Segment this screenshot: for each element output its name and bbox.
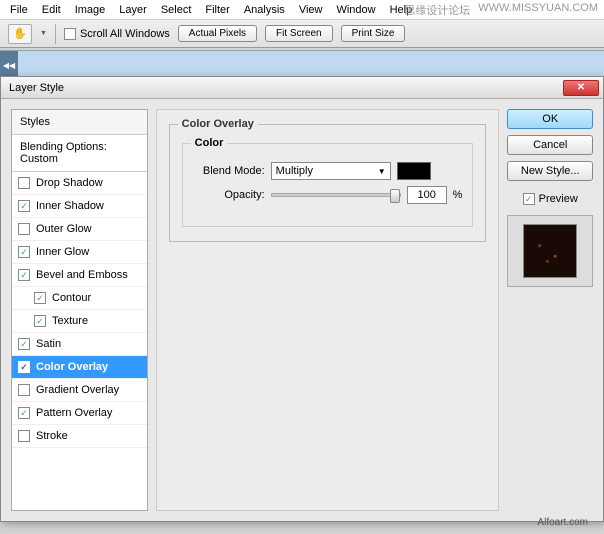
preview-swatch [523, 224, 577, 278]
dialog-titlebar[interactable]: Layer Style ✕ [1, 77, 603, 99]
styles-list: Styles Blending Options: Custom Drop Sha… [11, 109, 148, 511]
blend-mode-label: Blend Mode: [193, 165, 265, 177]
style-checkbox[interactable]: ✓ [18, 338, 30, 350]
style-label: Texture [52, 315, 88, 327]
menu-edit[interactable]: Edit [36, 2, 67, 18]
menu-select[interactable]: Select [155, 2, 198, 18]
options-bar: ✋ ▼ Scroll All Windows Actual Pixels Fit… [0, 20, 604, 48]
panel-title: Color Overlay [178, 118, 258, 130]
style-checkbox[interactable]: ✓ [34, 292, 46, 304]
style-checkbox[interactable]: ✓ [18, 200, 30, 212]
style-item-inner-shadow[interactable]: ✓ Inner Shadow [12, 195, 147, 218]
style-item-inner-glow[interactable]: ✓ Inner Glow [12, 241, 147, 264]
watermark-url: WWW.MISSYUAN.COM [478, 2, 598, 18]
print-size-button[interactable]: Print Size [341, 25, 406, 42]
style-item-bevel-and-emboss[interactable]: ✓ Bevel and Emboss [12, 264, 147, 287]
tool-dropdown-icon[interactable]: ▼ [40, 30, 47, 37]
menu-window[interactable]: Window [330, 2, 381, 18]
opacity-slider[interactable] [271, 193, 401, 197]
style-checkbox[interactable]: ✓ [18, 269, 30, 281]
chevron-down-icon: ▼ [378, 167, 386, 176]
style-label: Gradient Overlay [36, 384, 119, 396]
style-checkbox[interactable]: ✓ [18, 361, 30, 373]
style-item-outer-glow[interactable]: Outer Glow [12, 218, 147, 241]
new-style-button[interactable]: New Style... [507, 161, 593, 181]
scroll-all-windows-option[interactable]: Scroll All Windows [64, 28, 170, 40]
menu-layer[interactable]: Layer [113, 2, 153, 18]
style-label: Inner Shadow [36, 200, 104, 212]
watermark: 思缘设计论坛 WWW.MISSYUAN.COM [404, 2, 598, 18]
watermark-cn: 思缘设计论坛 [404, 2, 470, 18]
ok-button[interactable]: OK [507, 109, 593, 129]
blend-mode-value: Multiply [276, 165, 313, 177]
fit-screen-button[interactable]: Fit Screen [265, 25, 333, 42]
menu-filter[interactable]: Filter [199, 2, 235, 18]
styles-header[interactable]: Styles [12, 110, 147, 135]
style-label: Color Overlay [36, 361, 108, 373]
menu-image[interactable]: Image [69, 2, 112, 18]
close-button[interactable]: ✕ [563, 80, 599, 96]
style-item-stroke[interactable]: Stroke [12, 425, 147, 448]
dialog-buttons: OK Cancel New Style... ✓ Preview [507, 109, 593, 511]
style-checkbox[interactable] [18, 384, 30, 396]
color-swatch[interactable] [397, 162, 431, 180]
menu-file[interactable]: File [4, 2, 34, 18]
footer-credit: Alfoart.com [537, 517, 588, 528]
style-label: Contour [52, 292, 91, 304]
scroll-all-checkbox[interactable] [64, 28, 76, 40]
style-checkbox[interactable]: ✓ [18, 407, 30, 419]
style-checkbox[interactable] [18, 430, 30, 442]
opacity-input[interactable]: 100 [407, 186, 447, 204]
scroll-all-label: Scroll All Windows [80, 28, 170, 40]
style-item-drop-shadow[interactable]: Drop Shadow [12, 172, 147, 195]
style-item-gradient-overlay[interactable]: Gradient Overlay [12, 379, 147, 402]
settings-panel: Color Overlay Color Blend Mode: Multiply… [156, 109, 500, 511]
style-label: Outer Glow [36, 223, 92, 235]
panel-collapse-icon[interactable]: ◀◀ [0, 51, 18, 79]
menu-analysis[interactable]: Analysis [238, 2, 291, 18]
dialog-title: Layer Style [5, 82, 64, 94]
blending-options[interactable]: Blending Options: Custom [12, 135, 147, 172]
style-checkbox[interactable]: ✓ [34, 315, 46, 327]
style-label: Pattern Overlay [36, 407, 112, 419]
style-item-color-overlay[interactable]: ✓ Color Overlay [12, 356, 147, 379]
preview-box [507, 215, 593, 287]
style-label: Inner Glow [36, 246, 89, 258]
style-checkbox[interactable] [18, 177, 30, 189]
layer-style-dialog: Layer Style ✕ Styles Blending Options: C… [0, 76, 604, 522]
style-checkbox[interactable] [18, 223, 30, 235]
cancel-button[interactable]: Cancel [507, 135, 593, 155]
style-item-pattern-overlay[interactable]: ✓ Pattern Overlay [12, 402, 147, 425]
hand-tool-icon[interactable]: ✋ [8, 24, 32, 44]
menu-view[interactable]: View [293, 2, 329, 18]
opacity-label: Opacity: [193, 189, 265, 201]
style-item-contour[interactable]: ✓ Contour [12, 287, 147, 310]
style-label: Stroke [36, 430, 68, 442]
opacity-unit: % [453, 189, 463, 201]
actual-pixels-button[interactable]: Actual Pixels [178, 25, 257, 42]
preview-label: Preview [539, 193, 578, 205]
blend-mode-select[interactable]: Multiply ▼ [271, 162, 391, 180]
color-group-label: Color [191, 137, 228, 149]
preview-checkbox[interactable]: ✓ [523, 193, 535, 205]
style-label: Bevel and Emboss [36, 269, 128, 281]
style-label: Drop Shadow [36, 177, 103, 189]
slider-thumb[interactable] [390, 189, 400, 203]
style-checkbox[interactable]: ✓ [18, 246, 30, 258]
style-item-satin[interactable]: ✓ Satin [12, 333, 147, 356]
style-label: Satin [36, 338, 61, 350]
style-item-texture[interactable]: ✓ Texture [12, 310, 147, 333]
